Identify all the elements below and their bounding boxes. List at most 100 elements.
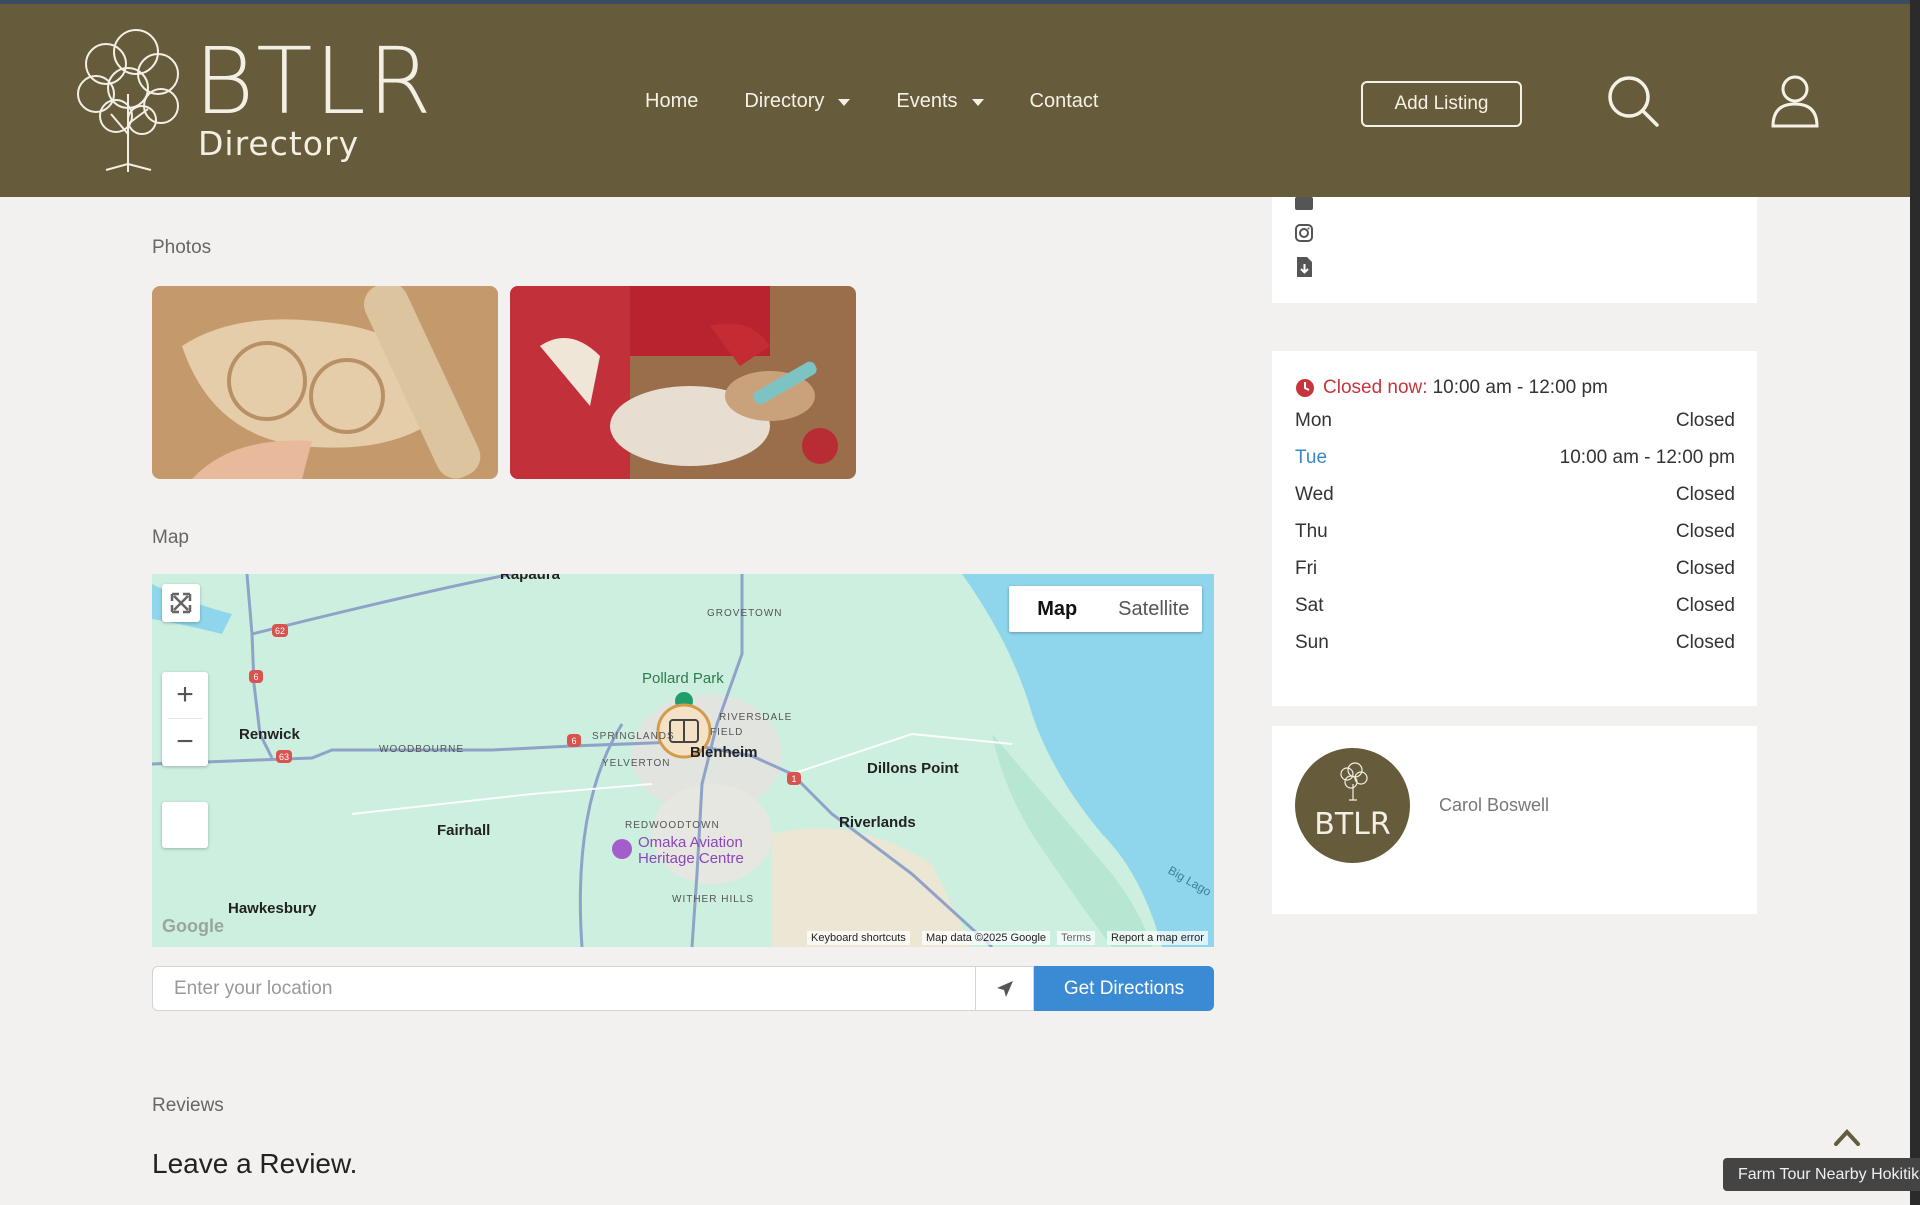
map-label: Fairhall [437,822,491,839]
hours-day: Mon [1295,410,1332,431]
get-directions-button[interactable]: Get Directions [1034,966,1214,1011]
road-shield: 6 [253,672,258,682]
nav-item-directory[interactable]: Directory [744,90,851,113]
hours-value: Closed [1675,595,1735,616]
hours-day: Sat [1295,595,1324,616]
caret-down-icon [971,99,984,106]
zoom-in-button[interactable]: + [162,672,208,718]
reviews-heading: Reviews [152,1095,224,1116]
closed-now-time: 10:00 am - 12:00 pm [1432,377,1608,398]
hours-status: Closed now: 10:00 am - 12:00 pm [1295,377,1608,399]
hours-day: Sun [1295,632,1329,653]
add-listing-button[interactable]: Add Listing [1361,81,1522,127]
google-logo: Google [162,916,224,936]
hours-day: Wed [1295,484,1334,505]
hours-day: Fri [1295,558,1318,579]
nav-label: Contact [1029,90,1099,112]
nav-label: Events [896,90,958,112]
hours-value: 10:00 am - 12:00 pm [1559,447,1735,468]
hours-row-sat: Sat Closed [1295,595,1735,617]
instagram-icon[interactable] [1295,224,1313,242]
hours-row-mon: Mon Closed [1295,410,1735,432]
map-label: REDWOODTOWN [625,820,720,831]
map-label: SPRINGLANDS [592,731,675,742]
road-shield: 6 [571,736,576,746]
closed-now-label: Closed now: [1323,377,1428,398]
tree-logo-icon: BTLR [1314,762,1391,842]
hours-value: Closed [1675,521,1735,542]
main-nav: Home Directory Events Contact [645,90,1144,113]
caret-down-icon [838,99,851,106]
photo-kids-baking[interactable] [510,286,856,479]
hours-value: Closed [1675,484,1735,505]
nav-label: Home [645,90,699,112]
photo-cookie-dough-image [152,286,498,479]
zoom-control: + − [162,672,208,766]
map-label: Rapaura [500,574,561,583]
road-shield: 1 [791,774,796,784]
photo-kids-baking-image [510,286,856,479]
hours-value: Closed [1675,632,1735,653]
tree-logo-icon [77,29,179,172]
fullscreen-icon [170,592,192,614]
social-links-card [1272,197,1757,303]
photo-cookie-dough[interactable] [152,286,498,479]
street-view-button[interactable] [162,802,208,848]
map-label: Riverlands [839,814,916,831]
map-report-error-link[interactable]: Report a map error [1107,931,1208,945]
museum-pin-icon [612,839,632,859]
map-label: Renwick [239,726,300,743]
location-input[interactable]: Enter your location [152,966,976,1011]
adjacent-window-edge [1910,0,1920,1205]
site-logo[interactable]: BTLR Directory [66,24,432,174]
map-keyboard-shortcuts[interactable]: Keyboard shortcuts [807,931,910,945]
opening-hours-card: Closed now: 10:00 am - 12:00 pm Mon Close… [1272,351,1757,706]
author-name[interactable]: Carol Boswell [1439,795,1549,816]
hours-day: Thu [1295,521,1328,542]
hours-row-sun: Sun Closed [1295,632,1735,654]
leave-review-title: Leave a Review. [152,1148,358,1179]
map-type-map-button[interactable]: Map [1009,598,1106,621]
avatar-brand-text: BTLR [1314,807,1390,842]
hours-day-today: Tue [1295,447,1328,468]
photos-heading: Photos [152,237,212,258]
map-type-satellite-button[interactable]: Satellite [1106,598,1203,621]
hours-value: Closed [1675,410,1735,431]
map-label: Heritage Centre [638,850,744,867]
hours-row-thu: Thu Closed [1295,521,1735,543]
map-label: YELVERTON [602,758,671,769]
map-label: Blenheim [690,744,758,761]
map-type-control: Map Satellite [1009,586,1202,632]
locate-arrow-icon [996,980,1013,997]
zoom-out-button[interactable]: − [162,719,208,765]
logo-text-directory: Directory [198,124,360,163]
road-shield: 63 [279,752,289,762]
user-account-icon[interactable] [1770,74,1820,128]
site-header: BTLR Directory Home Directory Events Con… [0,4,1910,197]
search-icon[interactable] [1606,74,1660,128]
scroll-to-top-icon[interactable] [1834,1128,1860,1146]
nav-item-contact[interactable]: Contact [1030,90,1099,113]
hours-row-fri: Fri Closed [1295,558,1735,580]
hover-tooltip: Farm Tour Nearby Hokitika [1723,1158,1920,1191]
author-avatar[interactable]: BTLR [1295,748,1410,863]
map-label: Hawkesbury [228,900,317,917]
author-card: BTLR Carol Boswell [1272,726,1757,914]
use-my-location-button[interactable] [975,966,1034,1011]
road-shield: 62 [275,626,285,636]
download-file-icon[interactable] [1297,257,1312,277]
map-label: RIVERSDALE [719,712,793,723]
map-label: Dillons Point [867,760,959,777]
map-label: WITHER HILLS [672,894,755,905]
map-label: Omaka Aviation [638,834,743,851]
map-terms-link[interactable]: Terms [1057,931,1095,945]
clock-icon [1296,379,1314,397]
nav-item-events[interactable]: Events [896,90,984,113]
map-label: GROVETOWN [707,608,783,619]
map-heading: Map [152,527,189,548]
nav-item-home[interactable]: Home [645,90,698,113]
map-label: WOODBOURNE [379,744,464,755]
map-label: Pollard Park [642,670,724,687]
fullscreen-button[interactable] [162,584,200,622]
facebook-icon[interactable] [1295,197,1313,210]
